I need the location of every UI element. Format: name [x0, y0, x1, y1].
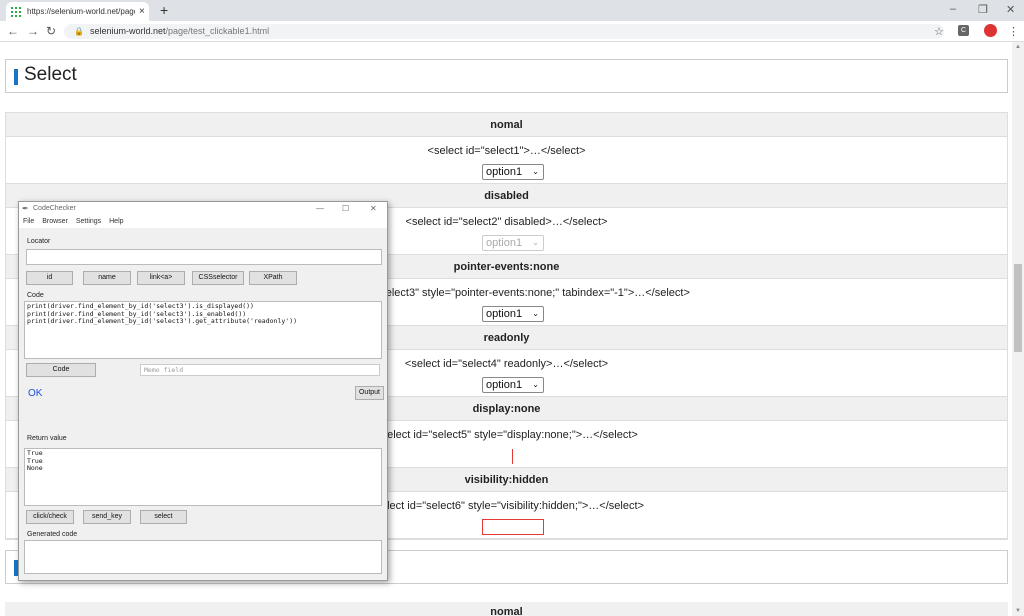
site-favicon-icon: [10, 5, 22, 18]
select4-dropdown[interactable]: option1 ⌄: [482, 377, 544, 393]
memo-field[interactable]: Memo field: [140, 364, 380, 376]
code-snippet: <select id="select1">…</select>: [427, 145, 586, 157]
locator-name-button[interactable]: name: [83, 271, 131, 285]
highlight-box: [482, 519, 544, 535]
back-button[interactable]: ←: [7, 25, 19, 37]
forward-button[interactable]: →: [27, 25, 39, 37]
select1-dropdown[interactable]: option1 ⌄: [482, 164, 544, 180]
minimize-button[interactable]: –: [950, 3, 956, 15]
output-button[interactable]: Output: [355, 386, 384, 400]
generated-code-label: Generated code: [27, 531, 78, 538]
tab-bar: https://selenium-world.net/page/ × + – ❐…: [0, 0, 1024, 21]
address-toolbar: ← → ↻ 🔒 selenium-world.net/page/test_clic…: [0, 21, 1024, 42]
send-key-button[interactable]: send_key: [83, 510, 131, 524]
reload-button[interactable]: ↻: [46, 25, 56, 37]
menu-browser[interactable]: Browser: [42, 218, 68, 225]
close-icon[interactable]: ✕: [370, 202, 377, 216]
code-textarea[interactable]: print(driver.find_element_by_id('select3…: [24, 301, 382, 359]
menu-bar: File Browser Settings Help: [19, 216, 387, 228]
generated-code-textarea[interactable]: [24, 540, 382, 574]
return-value-label: Return value: [27, 435, 67, 442]
menu-file[interactable]: File: [23, 218, 34, 225]
lock-icon: 🔒: [74, 27, 84, 36]
row-header: nomal: [6, 113, 1007, 137]
select-value: option1: [486, 308, 523, 320]
browser-tab[interactable]: https://selenium-world.net/page/ ×: [6, 2, 149, 21]
chevron-down-icon: ⌄: [532, 238, 539, 247]
locator-label: Locator: [27, 238, 51, 245]
chevron-down-icon: ⌄: [532, 167, 539, 176]
scroll-down-icon[interactable]: ▼: [1015, 608, 1021, 614]
return-value-textarea[interactable]: True True None: [24, 448, 382, 506]
star-icon[interactable]: ☆: [934, 26, 944, 38]
kebab-menu-icon[interactable]: ⋮: [1008, 26, 1019, 38]
locator-link-button[interactable]: link<a>: [137, 271, 185, 285]
code-button[interactable]: Code: [26, 363, 96, 377]
url-path: /page/test_clickable1.html: [165, 26, 270, 36]
select-value: option1: [486, 379, 523, 391]
url-host: selenium-world.net: [89, 26, 166, 36]
profile-icon[interactable]: [984, 24, 997, 37]
select-value: option1: [486, 166, 523, 178]
tab-close-icon[interactable]: ×: [139, 6, 145, 17]
feather-icon: ✒: [22, 204, 29, 213]
chevron-down-icon: ⌄: [532, 380, 539, 389]
locator-xpath-button[interactable]: XPath: [249, 271, 297, 285]
extension-icon[interactable]: C: [958, 25, 969, 36]
scroll-thumb[interactable]: [1014, 264, 1022, 352]
select2-dropdown: option1 ⌄: [482, 235, 544, 251]
code-label: Code: [27, 292, 44, 299]
click-check-button[interactable]: click/check: [26, 510, 74, 524]
tab-title: https://selenium-world.net/page/: [27, 7, 135, 16]
window-title: CodeChecker: [33, 205, 76, 212]
highlight-marker: [512, 449, 513, 464]
close-window-button[interactable]: ✕: [1006, 3, 1015, 16]
new-tab-button[interactable]: +: [160, 2, 168, 18]
select3-dropdown[interactable]: option1 ⌄: [482, 306, 544, 322]
minimize-icon[interactable]: —: [316, 202, 324, 216]
menu-settings[interactable]: Settings: [76, 218, 101, 225]
locator-css-button[interactable]: CSSselector: [192, 271, 244, 285]
section-header: Select: [5, 59, 1008, 93]
row-header: nomal: [5, 602, 1008, 616]
code-checker-window: ✒ CodeChecker — ☐ ✕ File Browser Setting…: [18, 201, 388, 581]
menu-help[interactable]: Help: [109, 218, 123, 225]
maximize-icon[interactable]: ☐: [342, 202, 349, 216]
chevron-down-icon: ⌄: [532, 309, 539, 318]
select-button[interactable]: select: [140, 510, 187, 524]
scroll-up-icon[interactable]: ▲: [1015, 44, 1021, 50]
url-bar[interactable]: 🔒 selenium-world.net/page/test_clickable1…: [64, 24, 944, 39]
section-title: Select: [24, 64, 77, 85]
locator-input[interactable]: [26, 249, 382, 265]
section-accent: [14, 69, 18, 85]
window-titlebar: ✒ CodeChecker — ☐ ✕: [19, 202, 387, 216]
table-row: <select id="select1">…</select> option1 ⌄: [6, 137, 1007, 184]
maximize-button[interactable]: ❐: [978, 3, 988, 16]
select-value: option1: [486, 237, 523, 249]
locator-id-button[interactable]: id: [26, 271, 73, 285]
page-scrollbar[interactable]: ▲ ▼: [1012, 42, 1024, 616]
status-text: OK: [28, 388, 43, 399]
